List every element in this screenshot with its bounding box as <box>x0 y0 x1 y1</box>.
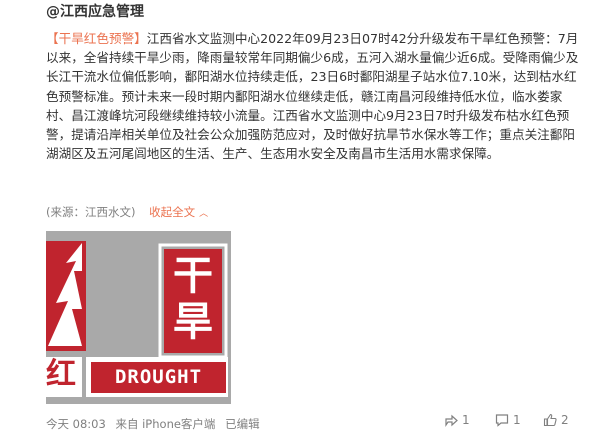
post-edited: 已编辑 <box>225 417 260 431</box>
post-device[interactable]: 来自 iPhone客户端 <box>115 417 215 431</box>
source-row: (来源：江西水文) 收起全文 ︿ <box>46 204 208 220</box>
like-button[interactable]: 2 <box>543 413 569 427</box>
thumbs-up-icon <box>543 413 557 427</box>
drought-label: DROUGHT <box>114 366 203 388</box>
weibo-post-card: @江西应急管理 【干旱红色预警】江西省水文监测中心2022年09月23日07时4… <box>0 0 594 436</box>
char-bottom: 旱 <box>173 299 213 345</box>
chevron-up-icon: ︿ <box>199 209 209 219</box>
char-red: 红 <box>46 357 76 392</box>
comment-count: 1 <box>513 413 521 427</box>
char-top: 干 <box>173 253 213 299</box>
collapse-label: 收起全文 <box>149 205 196 219</box>
post-meta: 今天 08:03 来自 iPhone客户端 已编辑 <box>46 416 266 432</box>
collapse-text-button[interactable]: 收起全文 ︿ <box>149 205 208 219</box>
post-time[interactable]: 今天 08:03 <box>46 417 106 431</box>
share-icon <box>445 414 458 427</box>
post-image[interactable]: 干 旱 红 DROUGHT <box>46 231 231 404</box>
post-author[interactable]: @江西应急管理 <box>46 1 144 21</box>
post-text: 【干旱红色预警】江西省水文监测中心2022年09月23日07时42分升级发布干旱… <box>46 29 586 163</box>
post-hashtag[interactable]: 【干旱红色预警】 <box>46 31 147 46</box>
post-text-body: 江西省水文监测中心2022年09月23日07时42分升级发布干旱红色预警：7月以… <box>46 31 579 162</box>
share-count: 1 <box>462 413 470 427</box>
comment-icon <box>495 414 509 427</box>
post-source: (来源：江西水文) <box>46 205 136 219</box>
share-button[interactable]: 1 <box>444 413 470 427</box>
comment-button[interactable]: 1 <box>495 413 521 427</box>
like-count: 2 <box>561 413 569 427</box>
